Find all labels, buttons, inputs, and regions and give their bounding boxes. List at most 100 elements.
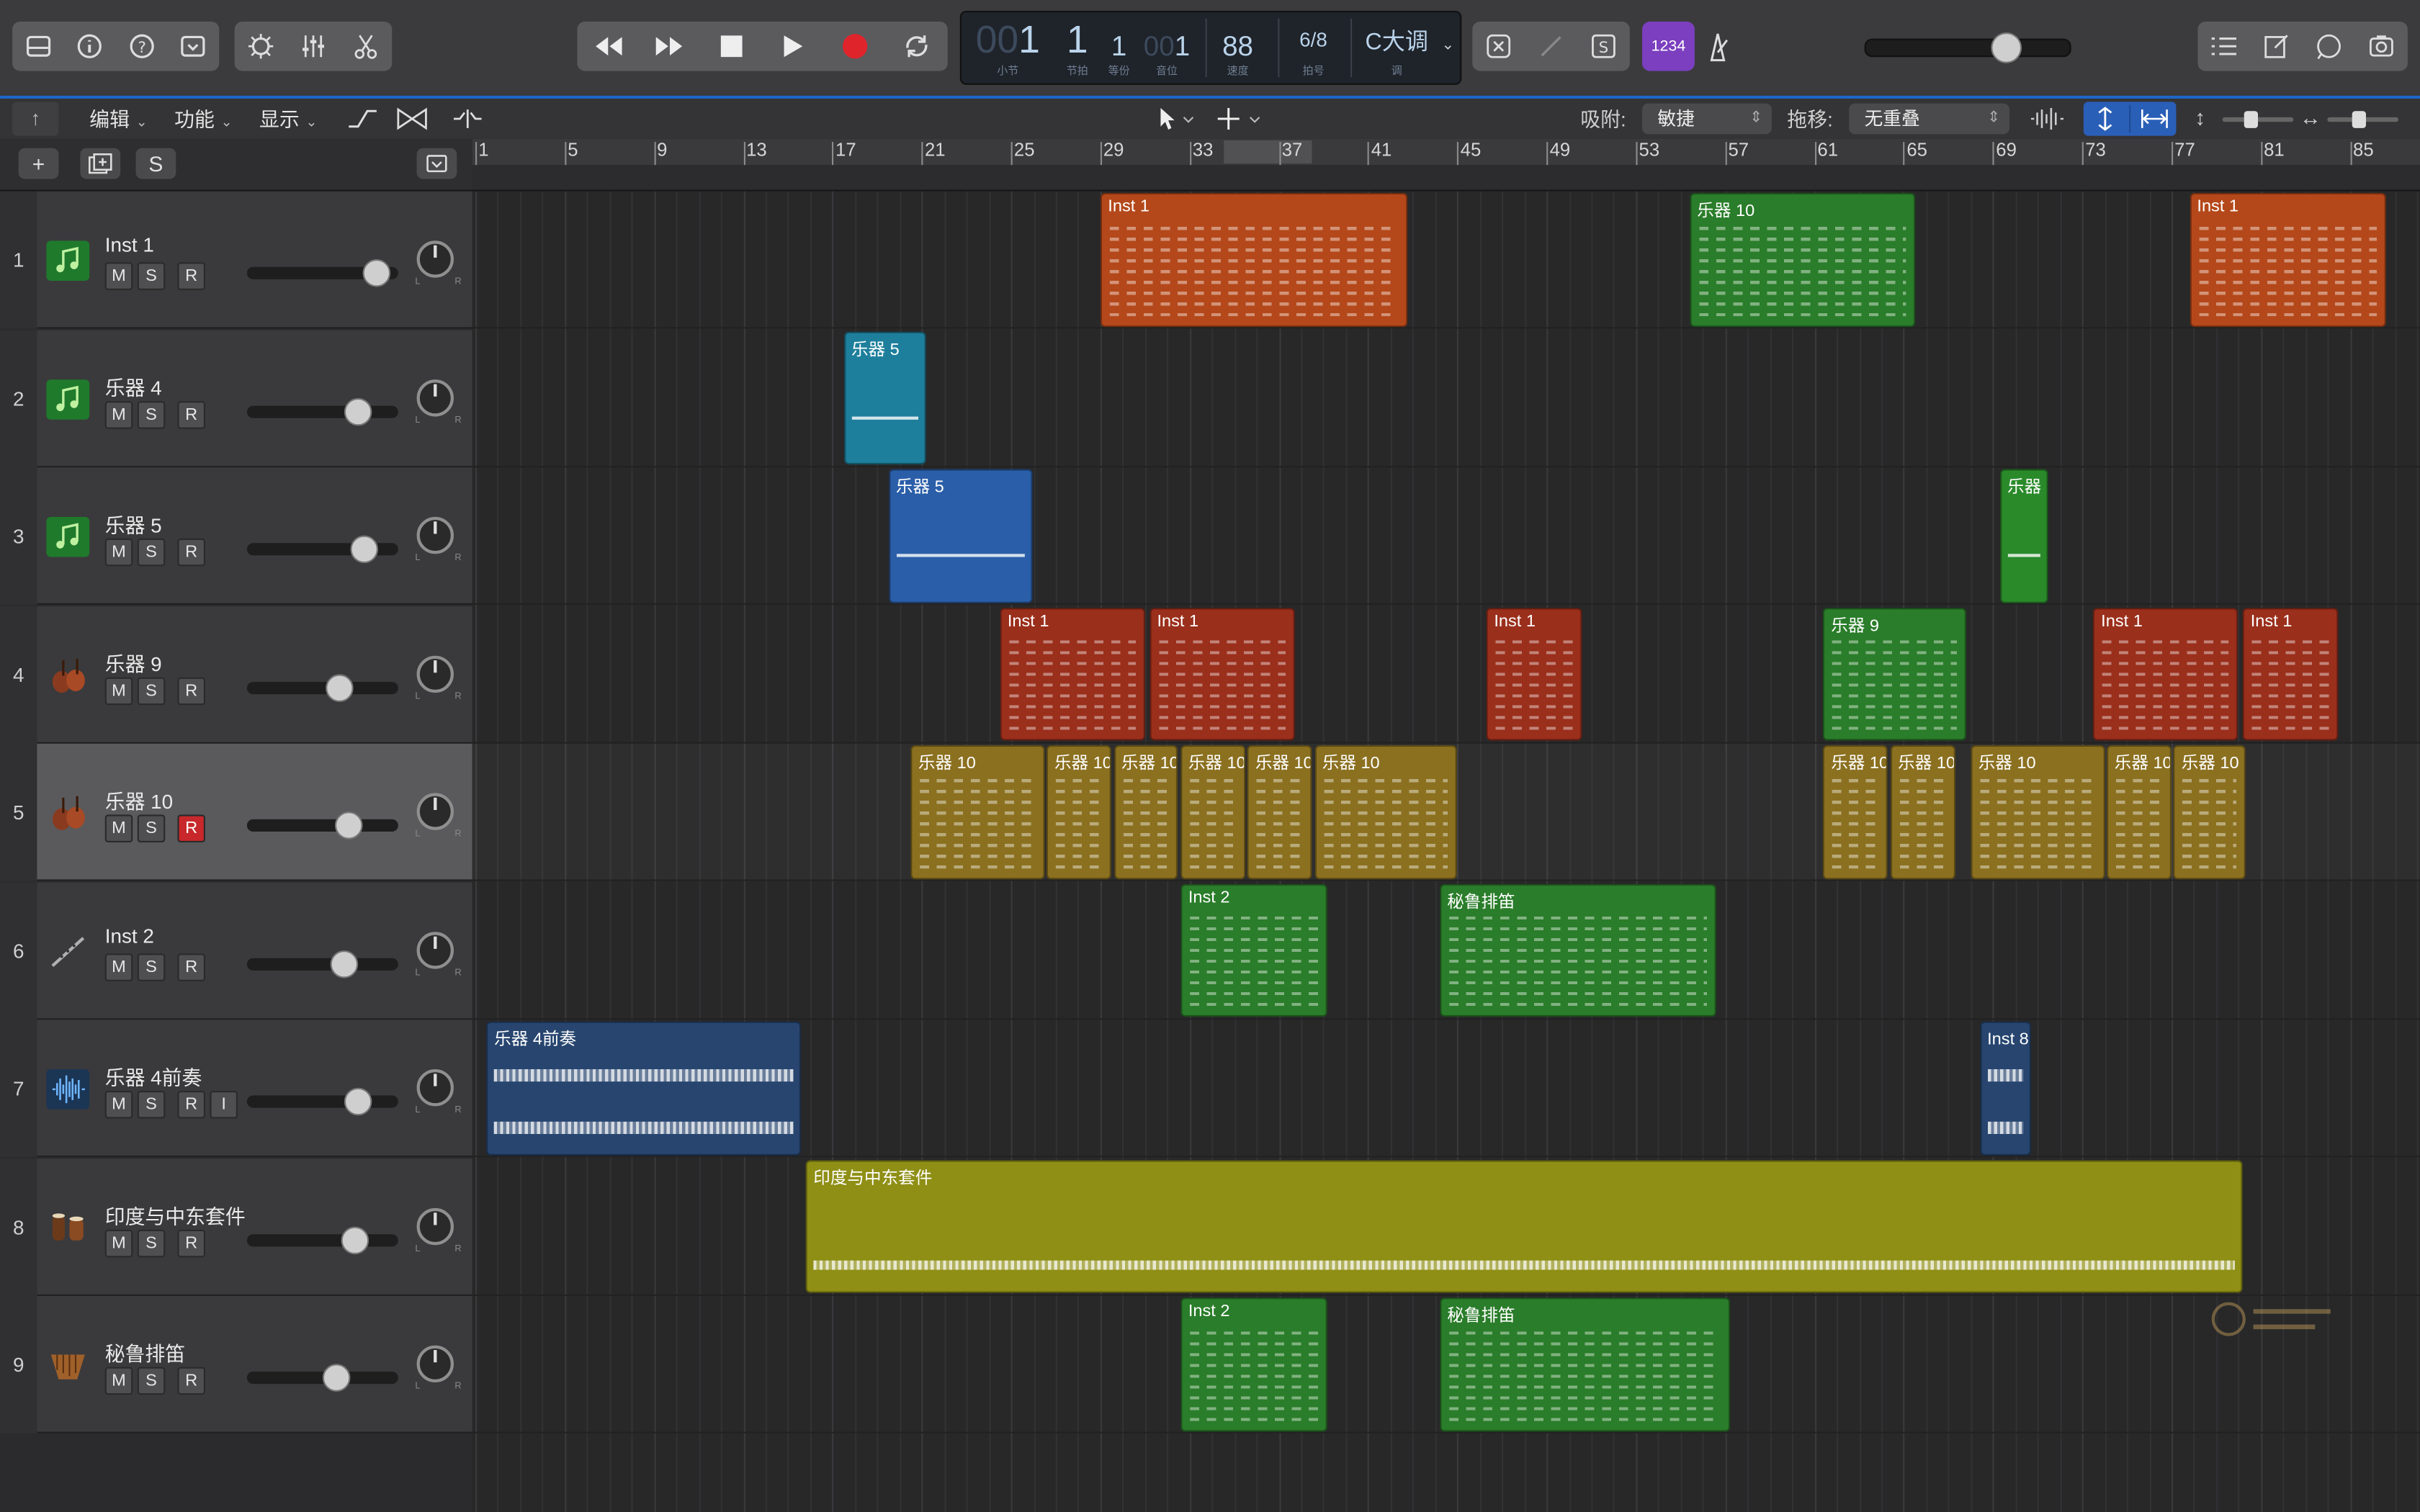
track-volume-slider[interactable] [246, 1087, 398, 1116]
rewind-button[interactable] [582, 22, 635, 71]
input-monitor-button[interactable]: I [210, 1091, 238, 1119]
loop-browser-icon[interactable] [2303, 22, 2355, 71]
track-name[interactable]: Inst 2 [105, 924, 154, 947]
mute-button[interactable]: M [104, 400, 133, 428]
mute-button[interactable]: M [104, 676, 133, 705]
track-volume-slider[interactable] [246, 259, 398, 287]
track-volume-knob[interactable] [322, 1364, 351, 1392]
midi-region[interactable]: 乐器 10 [1890, 745, 1955, 879]
track-lane[interactable] [472, 467, 2420, 605]
track-volume-knob[interactable] [334, 811, 362, 840]
functions-menu[interactable]: 功能 ⌄ [174, 107, 232, 132]
solo-button[interactable]: S [137, 814, 166, 842]
editors-scissors-icon[interactable] [339, 22, 392, 71]
midi-region[interactable]: 乐器 10 [910, 745, 1045, 879]
track-name[interactable]: 乐器 9 [105, 647, 162, 677]
tracks-area[interactable]: Inst 1 乐器 10 Inst 1 乐器 5 乐器 5 乐器 5 Inst 1 Inst … [472, 191, 2420, 1512]
pan-knob[interactable]: LR [415, 516, 462, 563]
vertical-zoom-icon[interactable]: ↕ [2195, 105, 2205, 130]
record-enable-button[interactable]: R [177, 1367, 205, 1395]
track-volume-slider[interactable] [246, 1225, 398, 1254]
track-name[interactable]: 乐器 5 [105, 509, 162, 539]
midi-region[interactable]: Inst 2 [1180, 883, 1328, 1017]
solo-button[interactable]: S [137, 1367, 166, 1395]
track-header[interactable]: 1 Inst 1 MSR LR [0, 191, 472, 329]
lcd-signature[interactable]: 6/8 拍号 [1283, 17, 1345, 79]
track-volume-knob[interactable] [363, 259, 391, 287]
mixer-icon[interactable] [287, 22, 340, 71]
add-track-button[interactable]: + [18, 148, 59, 179]
play-button[interactable] [767, 22, 820, 71]
midi-region[interactable]: 印度与中东套件 [805, 1159, 2244, 1293]
midi-region[interactable]: 秘鲁排笛 [1439, 883, 1716, 1017]
vertical-zoom-knob[interactable] [2244, 111, 2258, 128]
horizontal-zoom-slider[interactable] [2327, 111, 2398, 128]
track-volume-slider[interactable] [246, 811, 398, 840]
pan-knob[interactable]: LR [415, 1207, 462, 1254]
smart-controls-icon[interactable] [235, 22, 287, 71]
midi-region[interactable]: Inst 1 [2093, 607, 2238, 741]
zoom-fit-toggle[interactable] [2083, 102, 2177, 136]
midi-region[interactable]: 乐器 10 [1971, 745, 2105, 879]
track-name[interactable]: 乐器 10 [105, 786, 173, 815]
pan-knob[interactable]: LR [415, 793, 462, 840]
replace-mode-icon[interactable] [1472, 22, 1525, 71]
track-volume-knob[interactable] [340, 1225, 369, 1254]
track-name[interactable]: Inst 1 [105, 233, 154, 256]
audio-region[interactable]: 乐器 4前奏 [486, 1021, 802, 1155]
count-in-button[interactable]: 1234 [1642, 22, 1695, 71]
track-volume-slider[interactable] [246, 535, 398, 564]
automation-icon[interactable] [346, 105, 380, 138]
midi-region[interactable]: Inst 1 [1100, 192, 1409, 327]
track-header[interactable]: 5 乐器 10 M S R L R [0, 743, 472, 881]
track-volume-knob[interactable] [325, 673, 354, 701]
lcd-key[interactable]: C大调 调 [1357, 17, 1437, 79]
midi-region[interactable]: 乐器 10 [1247, 745, 1312, 879]
midi-region[interactable]: 乐器 10 [1113, 745, 1179, 879]
midi-region[interactable]: 乐器 10 [1689, 192, 1915, 327]
midi-region[interactable]: 乐器 9 [1823, 607, 1966, 741]
metronome-icon[interactable] [1700, 31, 1734, 70]
midi-region[interactable]: Inst 1 [2243, 607, 2339, 741]
track-volume-slider[interactable] [246, 673, 398, 701]
track-volume-slider[interactable] [246, 1364, 398, 1392]
mute-button[interactable]: M [104, 814, 133, 842]
solo-button[interactable]: S [137, 400, 166, 428]
record-button[interactable] [829, 22, 882, 71]
waveform-zoom-icon[interactable] [2028, 105, 2065, 138]
audio-region[interactable]: Inst 8特 [1979, 1021, 2031, 1155]
notepad-icon[interactable] [2250, 22, 2303, 71]
pan-knob[interactable]: LR [415, 931, 462, 978]
snap-select[interactable]: 敏捷 ⇕ [1642, 103, 1772, 135]
pan-knob[interactable]: LR [415, 1345, 462, 1392]
view-menu[interactable]: 显示 ⌄ [259, 107, 317, 132]
toolbar-toggle-button[interactable] [168, 22, 220, 71]
pan-knob[interactable]: LR [415, 1069, 462, 1115]
mute-button[interactable]: M [104, 262, 133, 290]
solo-button[interactable]: S [137, 1091, 166, 1119]
record-enable-button[interactable]: R [177, 953, 205, 981]
midi-region[interactable]: Inst 2 [1180, 1297, 1328, 1431]
lcd-tempo[interactable]: 88 速度 [1209, 17, 1267, 79]
midi-region[interactable]: 乐器 10 [2107, 745, 2172, 879]
master-volume-knob[interactable] [1991, 32, 2022, 63]
record-enable-button[interactable]: R [177, 676, 205, 705]
midi-region[interactable]: Inst 1 [2189, 192, 2386, 327]
track-volume-knob[interactable] [343, 397, 372, 426]
global-solo-button[interactable]: S [135, 148, 176, 179]
track-name[interactable]: 秘鲁排笛 [105, 1338, 185, 1367]
track-header[interactable]: 3 乐器 5MSR LR [0, 467, 472, 605]
pan-knob[interactable]: LR [415, 240, 462, 287]
record-enable-button[interactable]: R [177, 262, 205, 290]
secondary-tool-icon[interactable] [1213, 104, 1268, 135]
track-name[interactable]: 印度与中东套件 [105, 1200, 246, 1229]
solo-button[interactable]: S [137, 262, 166, 290]
record-enable-button[interactable]: R [177, 400, 205, 428]
quick-help-button[interactable]: ? [116, 22, 168, 71]
mute-button[interactable]: M [104, 1091, 133, 1119]
track-header[interactable]: 4 乐器 9MSR LR [0, 606, 472, 743]
track-header[interactable]: 7 乐器 4前奏 M S R I L R [0, 1020, 472, 1158]
track-name[interactable]: 乐器 4 [105, 371, 162, 400]
track-header-collapse-icon[interactable] [416, 148, 457, 179]
back-arrow-icon[interactable]: ↑ [12, 102, 59, 136]
